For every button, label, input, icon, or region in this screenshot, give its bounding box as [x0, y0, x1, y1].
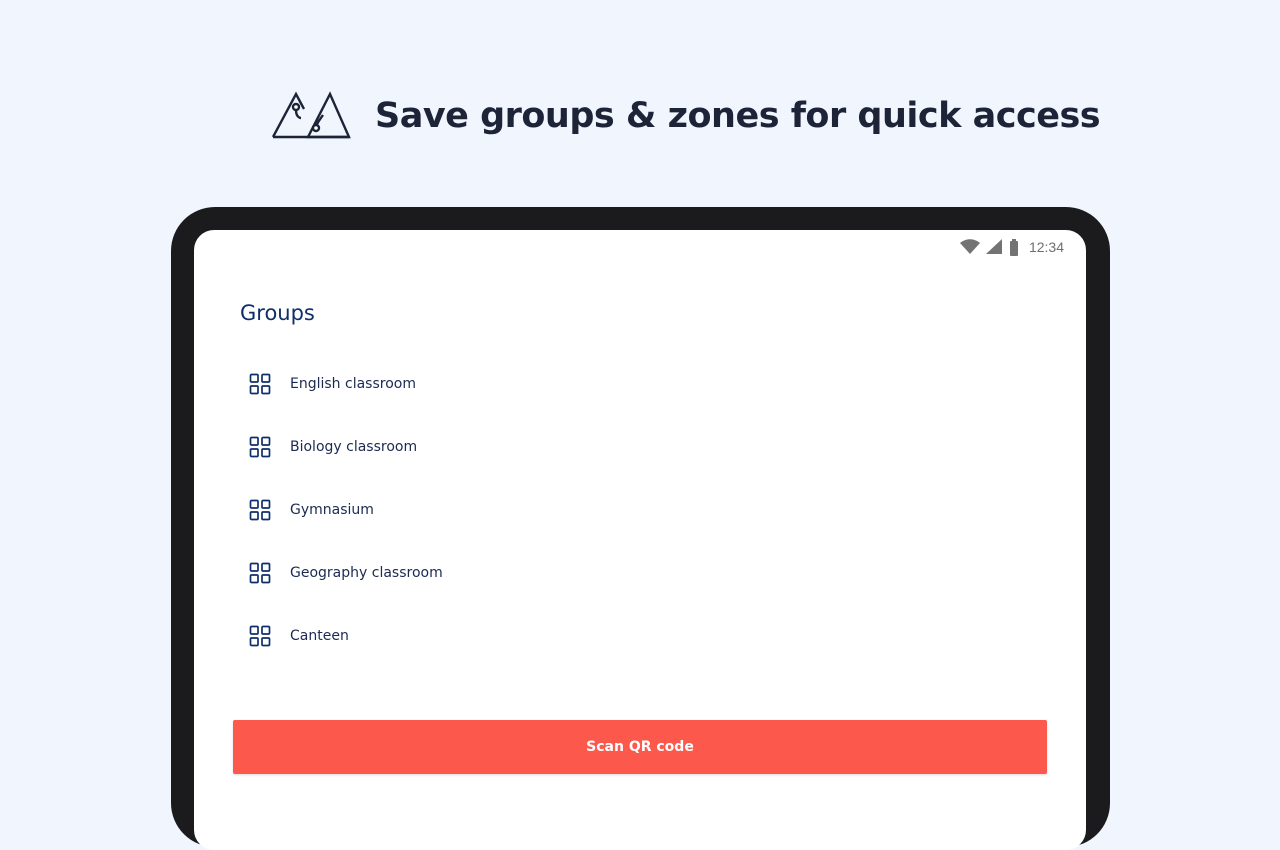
- list-item-english-classroom[interactable]: English classroom: [240, 352, 1040, 415]
- app-screen: 12:34 Groups English classroom Biology c…: [194, 230, 1086, 850]
- grid-icon: [249, 625, 271, 646]
- tablet-device-frame: 12:34 Groups English classroom Biology c…: [171, 207, 1110, 850]
- wifi-icon: [959, 239, 980, 254]
- mountain-logo-icon: [271, 91, 351, 139]
- grid-icon: [249, 562, 271, 583]
- grid-icon: [249, 499, 271, 520]
- list-item-label: English classroom: [290, 375, 416, 392]
- scan-qr-code-button[interactable]: Scan QR code: [233, 720, 1047, 774]
- list-item-label: Gymnasium: [290, 501, 374, 518]
- signal-icon: [985, 239, 1002, 254]
- grid-icon: [249, 436, 271, 457]
- list-item-biology-classroom[interactable]: Biology classroom: [240, 415, 1040, 478]
- list-item-canteen[interactable]: Canteen: [240, 604, 1040, 667]
- status-time: 12:34: [1028, 239, 1064, 255]
- list-item-gymnasium[interactable]: Gymnasium: [240, 478, 1040, 541]
- grid-icon: [249, 373, 271, 394]
- hero-title: Save groups & zones for quick access: [375, 96, 1101, 136]
- list-item-label: Biology classroom: [290, 438, 418, 455]
- battery-icon: [1009, 238, 1018, 256]
- list-item-geography-classroom[interactable]: Geography classroom: [240, 541, 1040, 604]
- status-bar: 12:34: [959, 236, 1064, 258]
- list-item-label: Canteen: [290, 627, 349, 644]
- group-list: English classroom Biology classroom Gymn…: [240, 352, 1040, 667]
- page-title: Groups: [240, 301, 315, 325]
- hero-header: Save groups & zones for quick access: [0, 0, 1280, 200]
- list-item-label: Geography classroom: [290, 564, 443, 581]
